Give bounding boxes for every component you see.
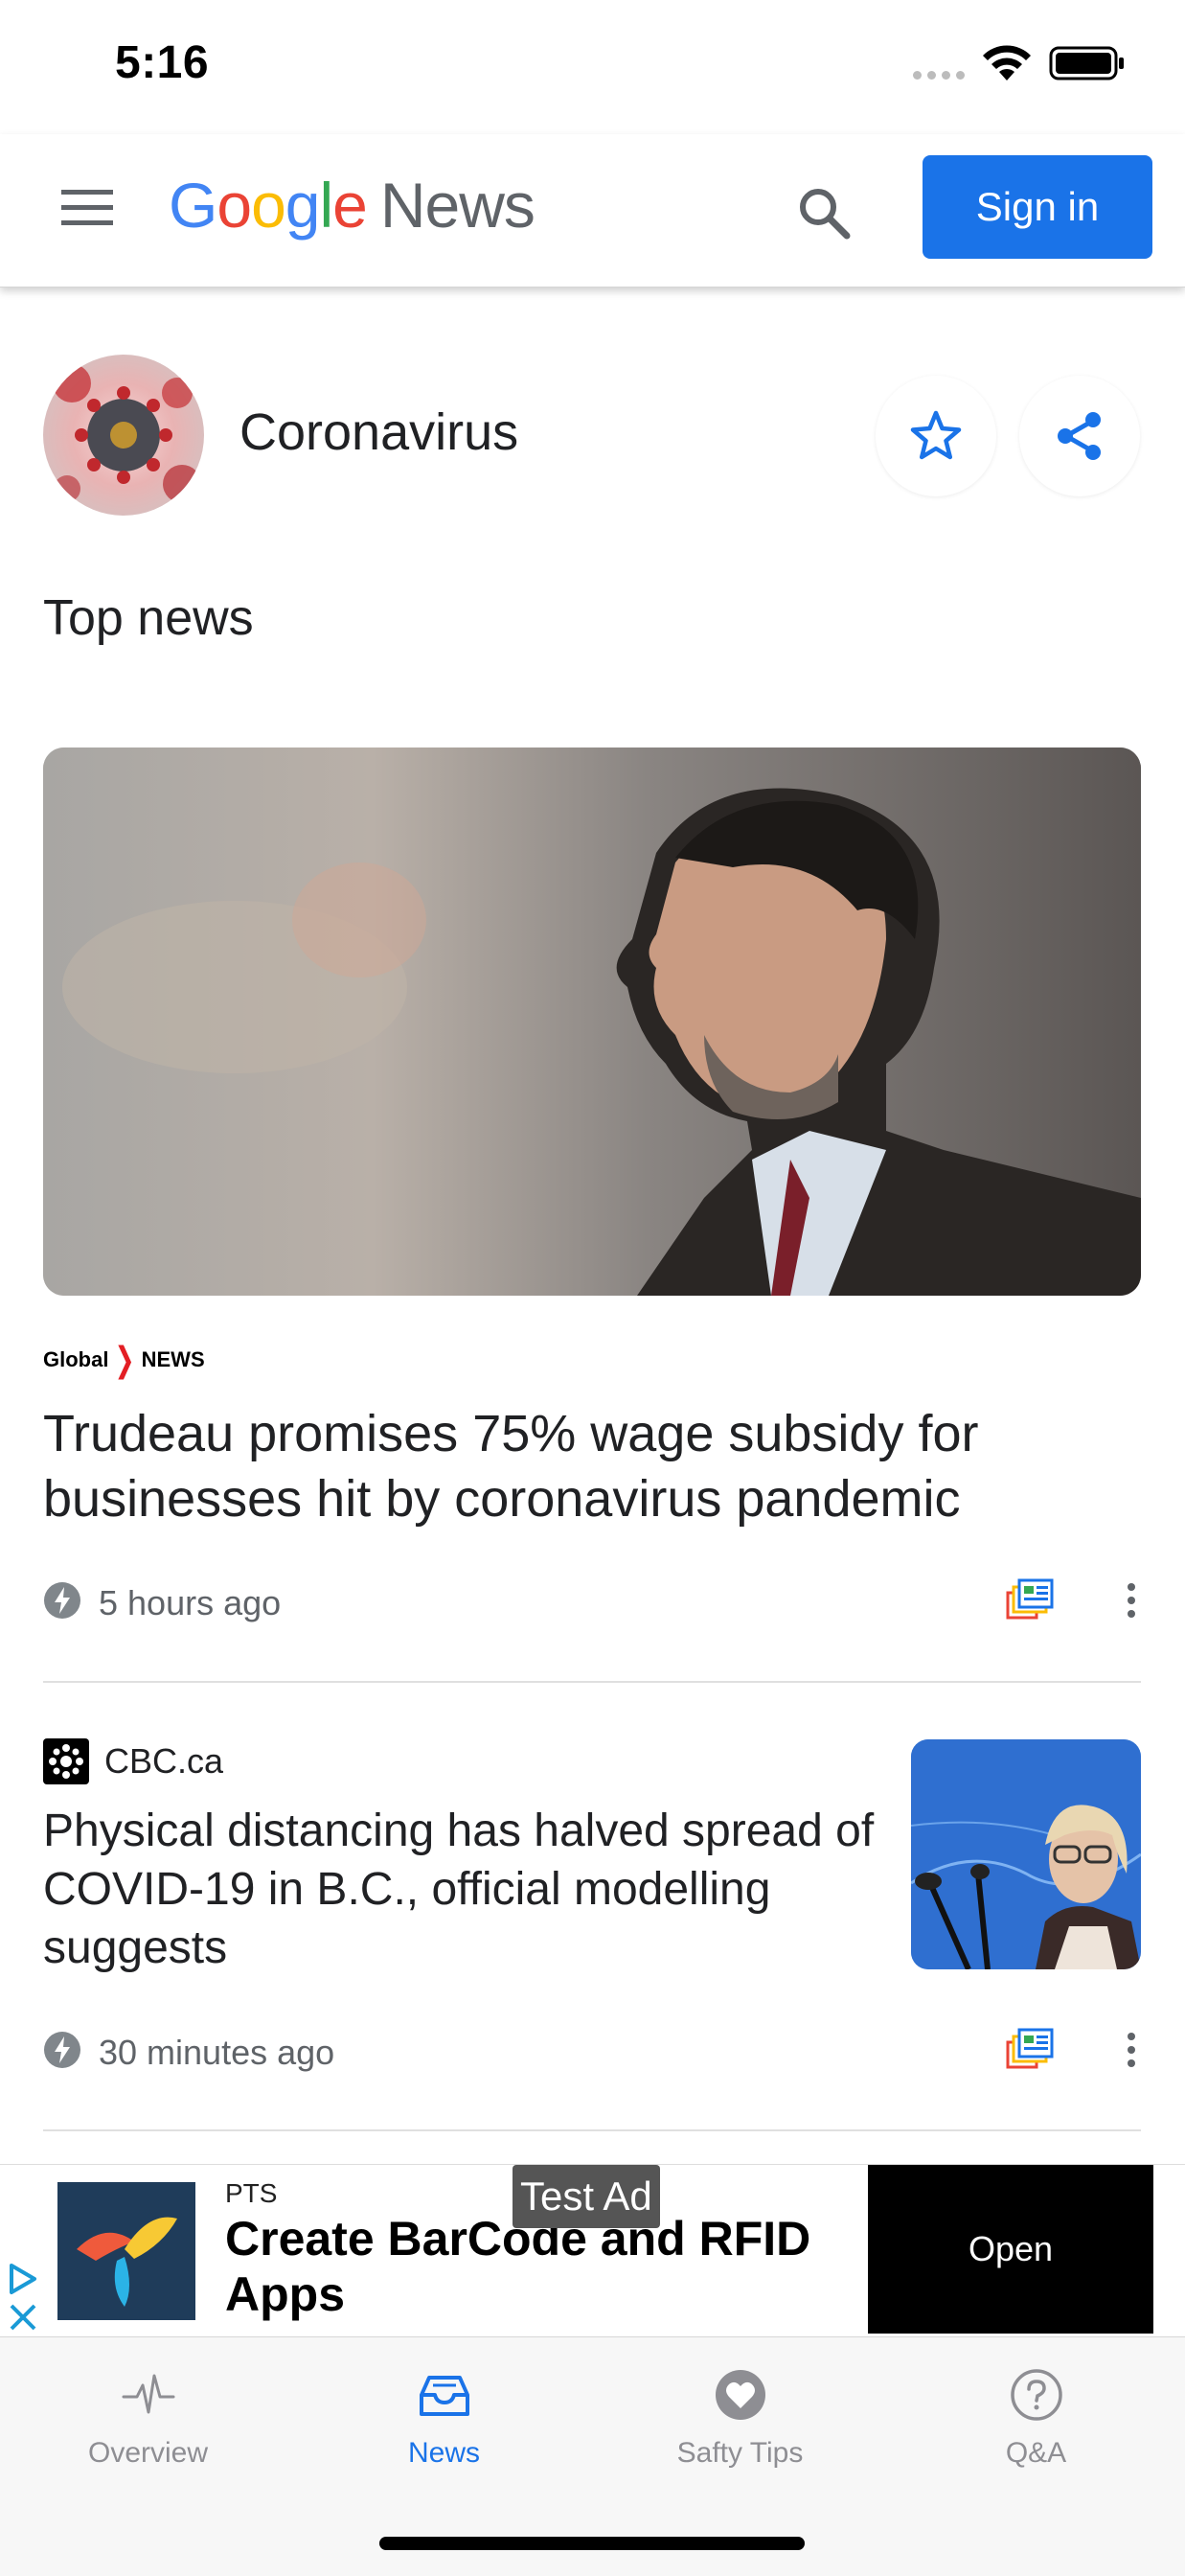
story-headline[interactable]: Physical distancing has halved spread of… (43, 1802, 886, 1977)
global-news-logo: Global ❯ NEWS (43, 1339, 205, 1381)
bolt-icon (44, 1582, 80, 1619)
question-icon (1010, 2369, 1062, 2421)
ad-app-icon[interactable] (57, 2182, 195, 2320)
logo-letter: l (319, 170, 334, 241)
publisher-logo-text: NEWS (141, 1347, 205, 1371)
tab-news[interactable]: News (296, 2337, 592, 2510)
logo-news-word: News (379, 170, 536, 241)
pulse-icon (122, 2374, 174, 2414)
more-options-icon[interactable] (1124, 1579, 1139, 1622)
inbox-icon (419, 2376, 469, 2416)
divider (43, 1681, 1141, 1683)
logo-letter: o (216, 170, 252, 241)
share-button[interactable] (1019, 376, 1140, 496)
cbc-logo-icon (43, 1738, 89, 1784)
tab-label: News (407, 2437, 480, 2469)
photo-image (911, 1739, 1141, 1969)
topic-title: Coronavirus (239, 403, 519, 461)
battery-icon (1049, 46, 1124, 80)
hero-story-image[interactable] (43, 748, 1141, 1296)
story-time: 5 hours ago (99, 1583, 282, 1622)
heart-icon (715, 2370, 765, 2420)
share-icon (1058, 412, 1101, 460)
tab-overview[interactable]: Overview (0, 2337, 296, 2510)
tab-label: Safty Tips (676, 2437, 804, 2469)
hero-headline[interactable]: Trudeau promises 75% wage subsidy for bu… (43, 1401, 1106, 1531)
ad-banner[interactable]: PTS Create BarCode and RFID Apps Test Ad… (0, 2164, 1185, 2336)
logo-letter: g (285, 170, 321, 241)
chevron-icon: ❯ (114, 1340, 136, 1379)
app-header: Google News Sign in (0, 134, 1185, 288)
ad-choices-icon[interactable] (6, 2256, 40, 2333)
tab-safty-tips[interactable]: Safty Tips (592, 2337, 888, 2510)
publisher-logo-text: Global (43, 1347, 109, 1371)
tab-qa[interactable]: Q&A (888, 2337, 1184, 2510)
logo-letter: e (332, 170, 368, 241)
search-icon[interactable] (793, 182, 855, 243)
virus-image (53, 364, 201, 503)
wifi-icon (983, 45, 1031, 80)
logo-letter: o (251, 170, 286, 241)
google-news-logo[interactable]: Google News (169, 169, 536, 242)
source-row: CBC.ca (43, 1738, 223, 1784)
star-icon (910, 410, 962, 460)
ad-open-button[interactable]: Open (868, 2165, 1153, 2334)
story-time: 30 minutes ago (99, 2033, 335, 2072)
hero-meta-row: 5 hours ago (43, 1574, 1141, 1631)
full-coverage-icon[interactable] (1006, 1577, 1054, 1620)
full-coverage-icon[interactable] (1006, 2027, 1054, 2069)
topic-avatar (43, 355, 204, 516)
ad-advertiser: PTS (225, 2178, 278, 2208)
sign-in-button[interactable]: Sign in (923, 155, 1152, 259)
story-thumbnail[interactable] (911, 1739, 1141, 1969)
section-title: Top news (43, 590, 254, 646)
divider (43, 2129, 1141, 2131)
photo-image (43, 748, 1141, 1296)
more-options-icon[interactable] (1124, 2029, 1139, 2071)
logo-letter: G (169, 170, 217, 241)
tab-label: Q&A (1005, 2437, 1067, 2469)
source-name: CBC.ca (104, 1741, 224, 1781)
signal-icon (913, 71, 965, 80)
bolt-icon (44, 2032, 80, 2068)
story-meta-row: 30 minutes ago (43, 2023, 1141, 2081)
ad-label: Test Ad (513, 2165, 660, 2228)
status-bar: 5:16 (0, 0, 1185, 134)
menu-icon[interactable] (57, 184, 117, 232)
tab-label: Overview (87, 2437, 209, 2469)
home-indicator[interactable] (379, 2537, 805, 2550)
status-time: 5:16 (115, 37, 210, 88)
follow-button[interactable] (876, 376, 996, 496)
